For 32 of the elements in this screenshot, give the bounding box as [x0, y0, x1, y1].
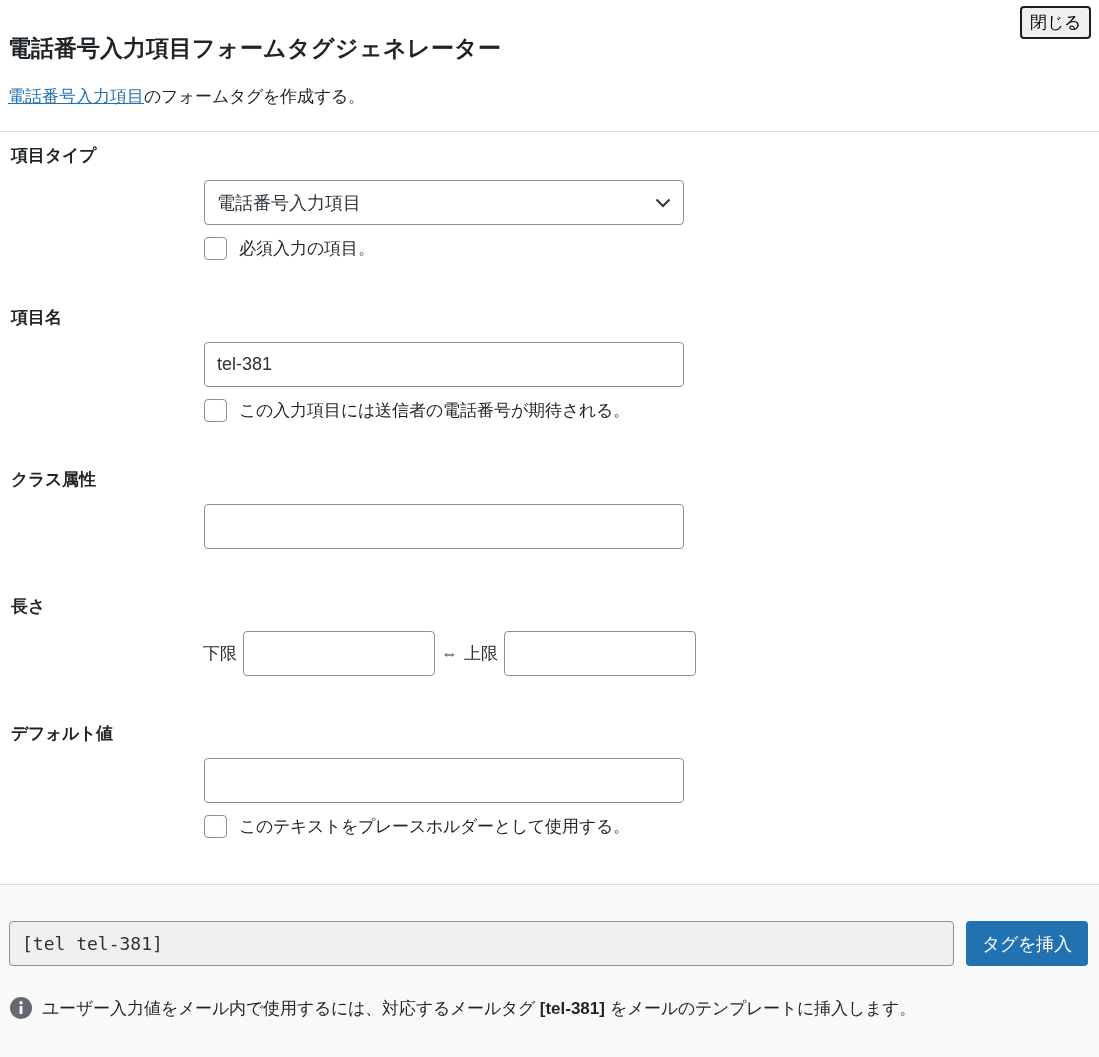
field-label: デフォルト値 — [11, 723, 114, 745]
field-label: 長さ — [11, 596, 46, 618]
chevron-down-icon — [655, 197, 671, 208]
checkbox-label: このテキストをプレースホルダーとして使用する。 — [239, 816, 630, 838]
checkbox[interactable] — [204, 399, 227, 422]
text-input[interactable] — [204, 758, 684, 803]
checkbox-label: この入力項目には送信者の電話番号が期待される。 — [239, 400, 630, 422]
checkbox[interactable] — [204, 237, 227, 260]
field-label: 項目名 — [11, 307, 63, 329]
min-input[interactable] — [243, 631, 435, 676]
max-input[interactable] — [504, 631, 696, 676]
field-label: クラス属性 — [11, 469, 97, 491]
field-label: 項目タイプ — [11, 145, 98, 167]
dialog-title: 電話番号入力項目フォームタグジェネレーター — [8, 34, 502, 63]
text-input[interactable]: tel-381 — [204, 342, 684, 387]
min-label: 下限 — [203, 643, 237, 665]
type-select[interactable]: 電話番号入力項目 — [204, 180, 684, 225]
description: 電話番号入力項目のフォームタグを作成する。 — [8, 86, 366, 108]
text-input[interactable] — [204, 504, 684, 549]
max-label: 上限 — [464, 643, 498, 665]
checkbox[interactable] — [204, 815, 227, 838]
arrow-symbol: ⇔ — [441, 643, 458, 664]
insert-tag-button[interactable]: タグを挿入 — [966, 921, 1088, 966]
checkbox-option[interactable]: 必須入力の項目。 — [204, 237, 1088, 260]
checkbox-label: 必須入力の項目。 — [239, 238, 375, 260]
close-button[interactable]: 閉じる — [1020, 6, 1091, 39]
checkbox-option[interactable]: このテキストをプレースホルダーとして使用する。 — [204, 815, 1088, 838]
description-link[interactable]: 電話番号入力項目 — [8, 87, 144, 106]
tag-code-field[interactable]: [tel tel-381] — [9, 921, 954, 966]
info-icon — [9, 996, 33, 1020]
checkbox-option[interactable]: この入力項目には送信者の電話番号が期待される。 — [204, 399, 1088, 422]
note-text: ユーザー入力値をメール内で使用するには、対応するメールタグ [tel-381] をメールのテンプレートに挿入します。 — [42, 997, 916, 1020]
